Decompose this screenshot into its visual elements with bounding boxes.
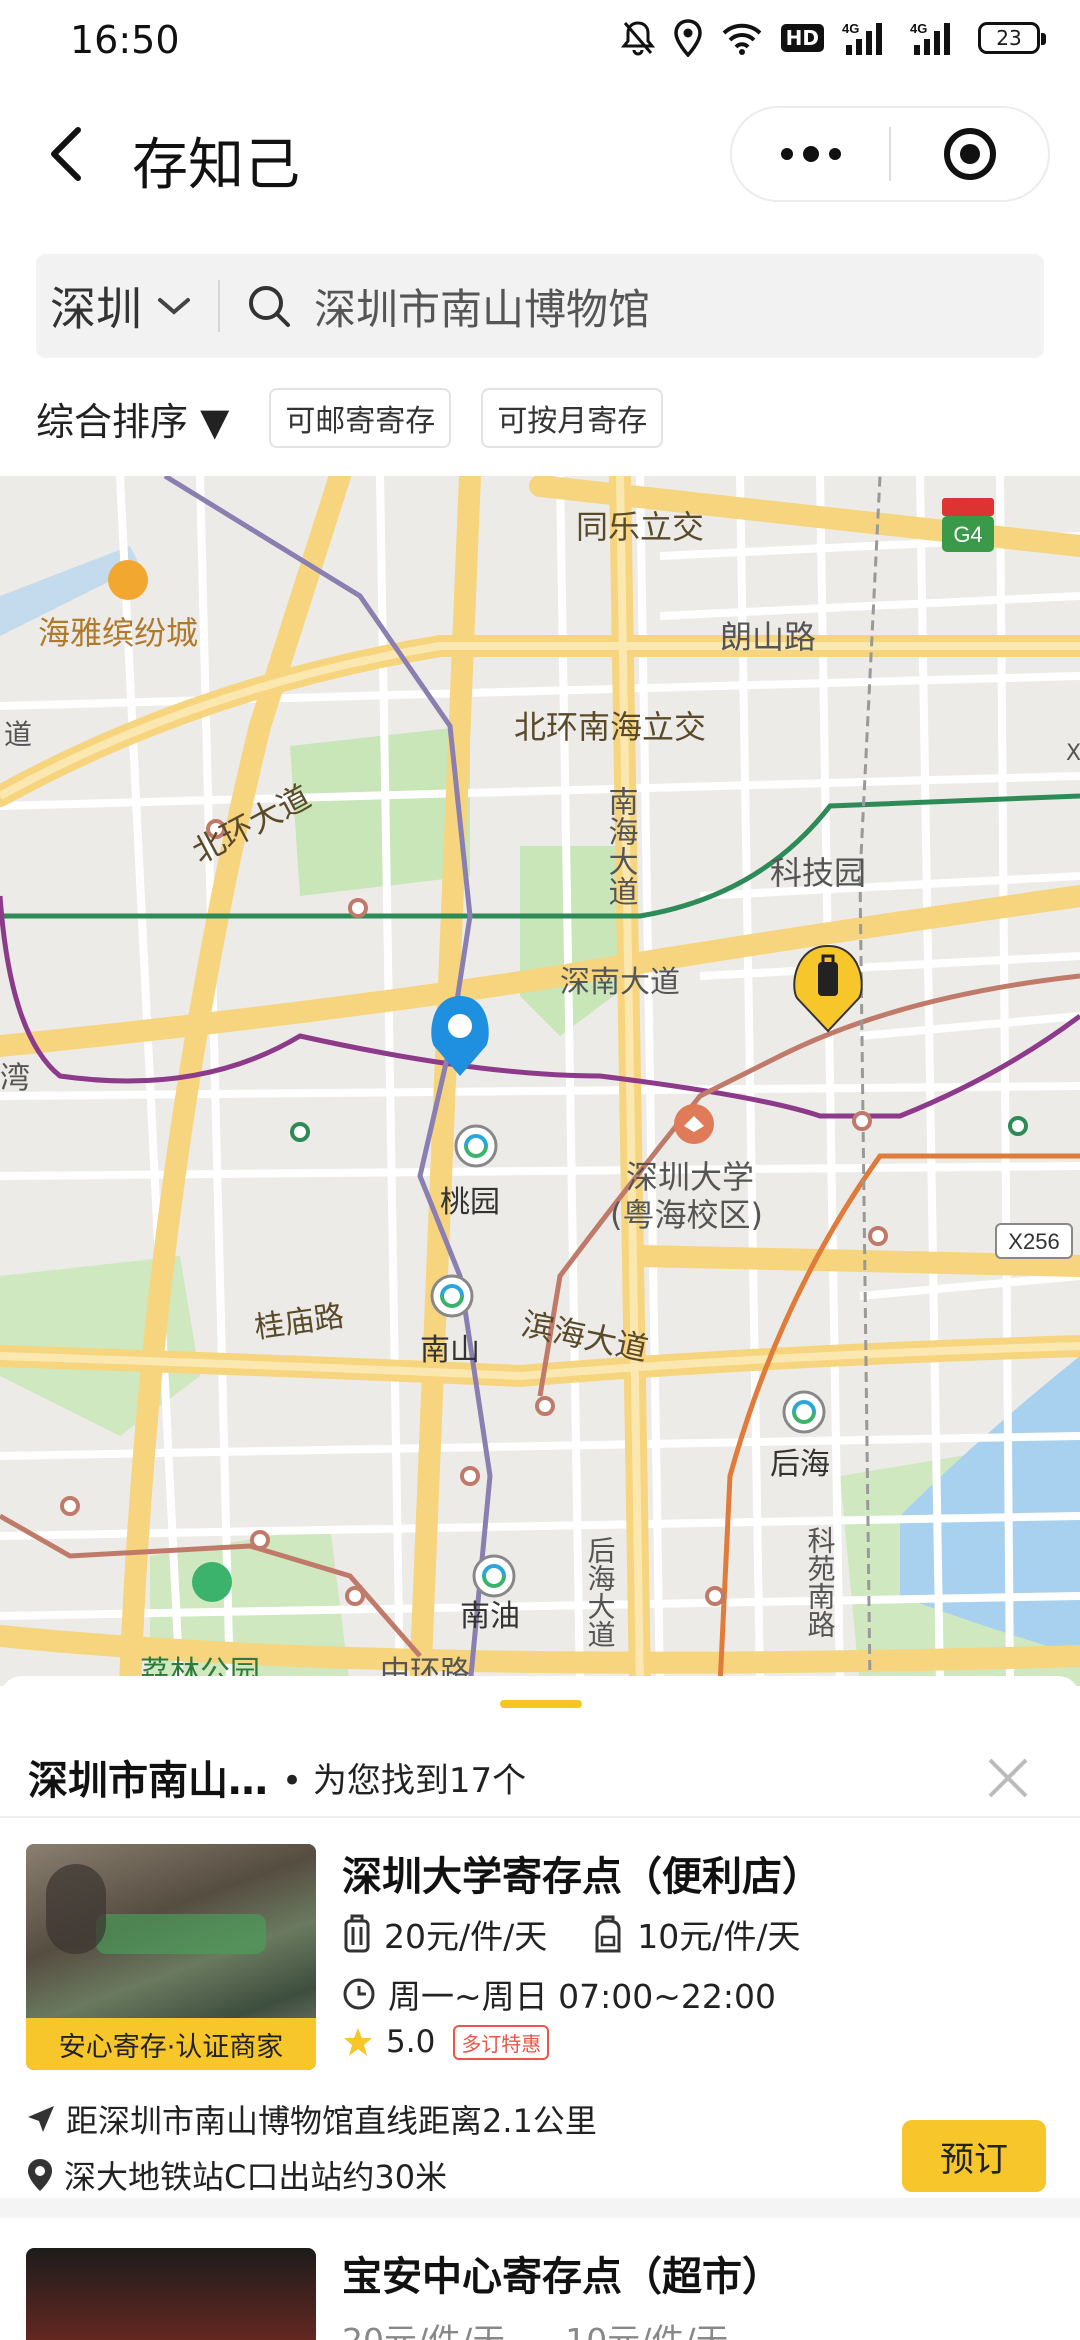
store-rating: 5.0 <box>386 2024 436 2060</box>
results-location: 深圳市南山… <box>28 1758 268 1804</box>
label-nanshan: 南山 <box>420 1333 480 1368</box>
filter-row: 综合排序 ▼ 可邮寄寄存 可按月寄存 <box>36 386 693 450</box>
page-title: 存知己 <box>132 133 300 198</box>
battery-icon: 23 <box>978 18 1046 58</box>
search-divider <box>218 280 220 332</box>
status-bar: 16:50 HD 4G 4G 23 <box>0 0 1080 84</box>
map-view[interactable]: G4 X256 同乐立交 海雅缤纷城 朗山路 北环南海立交 北环大道 南海大道 … <box>0 476 1080 1686</box>
more-dots-icon <box>780 146 841 162</box>
clock-icon <box>343 1978 375 2010</box>
results-header: 深圳市南山… • 为您找到17个 <box>28 1742 1052 1812</box>
city-name: 深圳 <box>50 282 142 336</box>
label-haiya: 海雅缤纷城 <box>38 614 198 652</box>
sort-select[interactable]: 综合排序 ▼ <box>36 391 229 446</box>
certified-badge: 安心寄存·认证商家 <box>26 2018 316 2070</box>
filter-chip-mail[interactable]: 可邮寄寄存 <box>269 388 452 448</box>
mall-icon <box>108 560 148 600</box>
price-bag: 10元/件/天 <box>565 2314 728 2340</box>
store-photo: 安心寄存·认证商家 <box>26 1844 316 2070</box>
close-miniprogram-button[interactable] <box>891 108 1048 200</box>
station-dot-green <box>1008 1116 1028 1136</box>
label-dao: 道 <box>4 718 32 751</box>
distance-text: 距深圳市南山博物馆直线距离2.1公里 <box>66 2102 597 2140</box>
label-szu: 深圳大学 <box>626 1158 754 1196</box>
svg-text:4G: 4G <box>910 21 927 36</box>
results-count: • 为您找到17个 <box>282 1760 527 1801</box>
station-row: 深大地铁站C口出站约30米 <box>26 2152 447 2198</box>
price-row: 20元/件/天 10元/件/天 <box>342 2314 728 2340</box>
map-canvas[interactable]: G4 X256 同乐立交 海雅缤纷城 朗山路 北环南海立交 北环大道 南海大道 … <box>0 476 1080 1686</box>
star-icon <box>344 2028 372 2056</box>
station-text: 深大地铁站C口出站约30米 <box>64 2158 448 2196</box>
navigation-arrow-icon <box>28 2106 54 2132</box>
map-pin-icon <box>28 2159 52 2191</box>
label-langshan: 朗山路 <box>720 618 816 656</box>
label-beihuan-nanhai: 北环南海立交 <box>514 708 706 746</box>
store-photo <box>26 2248 316 2340</box>
luggage-icon <box>344 1914 370 1953</box>
search-icon <box>246 283 292 329</box>
label-houhai: 后海 <box>770 1447 830 1482</box>
label-nanyou: 南油 <box>460 1599 520 1634</box>
target-circle-icon <box>943 128 996 180</box>
price-luggage: 20元/件/天 <box>342 2314 505 2340</box>
label-szu-campus: (粤海校区) <box>610 1196 763 1234</box>
label-tongle: 同乐立交 <box>576 508 704 546</box>
store-card[interactable]: 宝安中心寄存点（超市） 20元/件/天 10元/件/天 <box>0 2218 1080 2340</box>
label-keyuan: 科苑南路 <box>804 1526 837 1638</box>
nav-bar: 存知己 <box>0 100 1080 210</box>
search-input[interactable]: 深圳市南山博物馆 <box>314 276 650 337</box>
store-hours: 周一~周日 07:00~22:00 <box>388 1977 776 2016</box>
location-icon <box>673 18 703 58</box>
promo-badge: 多订特惠 <box>453 2024 550 2060</box>
store-name: 深圳大学寄存点（便利店） <box>342 1854 822 1900</box>
city-select[interactable]: 深圳 <box>36 254 218 358</box>
label-shennan: 深南大道 <box>560 965 680 1000</box>
chevron-left-icon <box>51 127 81 181</box>
signal-icon: 4G <box>842 18 892 58</box>
chevron-down-icon <box>158 298 190 315</box>
store-card[interactable]: 安心寄存·认证商家 深圳大学寄存点（便利店） 20元/件/天 10元/件/天 周… <box>0 1818 1080 2198</box>
label-x: X <box>1066 741 1080 766</box>
station-dot-green <box>290 1122 310 1142</box>
label-nanhai-road: 南海大道 <box>603 786 638 906</box>
rating-row: 5.0 多订特惠 <box>342 2024 550 2060</box>
back-button[interactable] <box>40 122 100 186</box>
wifi-icon <box>721 18 763 58</box>
label-x256: X256 <box>1008 1229 1059 1254</box>
more-button[interactable] <box>732 108 889 200</box>
label-wan: 湾 <box>0 1061 30 1096</box>
signal-icon-2: 4G <box>910 18 960 58</box>
backpack-icon <box>595 1915 621 1953</box>
status-time: 16:50 <box>70 18 180 62</box>
price-luggage: 20元/件/天 <box>384 1917 548 1956</box>
filter-chip-monthly[interactable]: 可按月寄存 <box>481 388 664 448</box>
label-houhai-road: 后海大道 <box>584 1536 617 1648</box>
price-bag: 10元/件/天 <box>637 1917 801 1956</box>
svg-text:4G: 4G <box>842 21 859 36</box>
mute-bell-icon <box>620 18 655 58</box>
close-sheet-button[interactable] <box>984 1754 1032 1802</box>
search-bar: 深圳 深圳市南山博物馆 <box>36 254 1044 358</box>
store-name: 宝安中心寄存点（超市） <box>342 2254 782 2300</box>
distance-row: 距深圳市南山博物馆直线距离2.1公里 <box>26 2096 597 2142</box>
card-divider <box>0 2198 1080 2218</box>
park-icon <box>192 1562 232 1602</box>
status-icons: HD 4G 4G 23 <box>620 18 1046 58</box>
book-button[interactable]: 预订 <box>902 2120 1046 2192</box>
label-taoyuan: 桃园 <box>440 1185 500 1220</box>
sheet-drag-handle[interactable] <box>500 1700 582 1708</box>
mini-program-capsule <box>730 106 1050 202</box>
label-g4: G4 <box>953 522 982 547</box>
price-row: 20元/件/天 10元/件/天 <box>342 1910 844 1958</box>
hours-row: 周一~周日 07:00~22:00 <box>342 1970 776 2018</box>
label-keji: 科技园 <box>770 854 866 892</box>
hd-badge: HD <box>780 18 824 58</box>
close-icon <box>988 1758 1028 1798</box>
